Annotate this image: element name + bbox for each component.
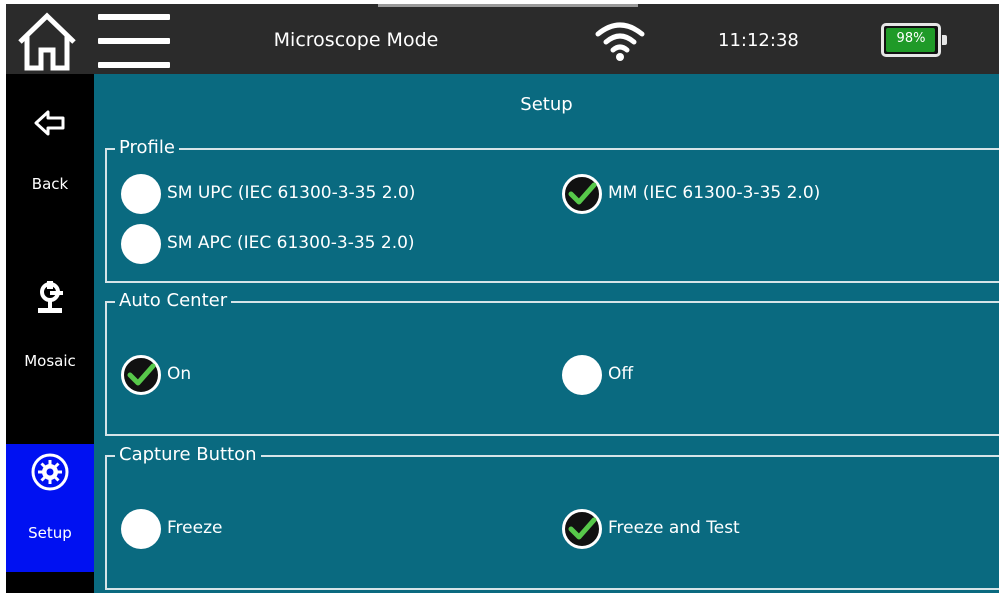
menu-button[interactable] (98, 12, 170, 70)
mode-title: Microscope Mode (273, 29, 439, 51)
radio-button[interactable] (562, 355, 602, 395)
option-label: SM APC (IEC 61300-3-35 2.0) (167, 233, 415, 253)
auto-center-group: Auto Center On Off (105, 290, 999, 436)
radio-button-checked[interactable] (562, 509, 602, 549)
check-icon (127, 363, 156, 386)
device-screen: Microscope Mode 11:12:38 98% Back Mosaic… (6, 4, 999, 593)
status-bar: Microscope Mode 11:12:38 98% (6, 4, 999, 74)
sidebar-item-label: Mosaic (24, 352, 76, 370)
sidebar: Back Mosaic Setup (6, 74, 94, 593)
radio-button[interactable] (121, 509, 161, 549)
radio-button[interactable] (121, 174, 161, 214)
option-label: Off (608, 364, 634, 384)
wifi-icon (594, 20, 646, 62)
capture-button-group: Capture Button Freeze Freeze and Test (105, 444, 999, 590)
back-arrow-icon (34, 110, 65, 136)
group-label: Profile (115, 137, 179, 159)
gear-icon (31, 453, 69, 491)
sidebar-item-label: Setup (28, 524, 72, 542)
radio-button[interactable] (121, 224, 161, 264)
group-label: Capture Button (115, 444, 261, 466)
battery-indicator: 98% (881, 23, 947, 57)
option-label: Freeze and Test (608, 518, 740, 538)
check-icon (568, 517, 597, 540)
sidebar-item-back[interactable]: Back (6, 92, 94, 202)
sidebar-item-label: Back (31, 175, 69, 193)
sidebar-item-setup[interactable]: Setup (6, 444, 94, 572)
sidebar-item-mosaic[interactable]: Mosaic (6, 269, 94, 379)
check-icon (568, 182, 597, 205)
option-label: MM (IEC 61300-3-35 2.0) (608, 183, 821, 203)
option-label: SM UPC (IEC 61300-3-35 2.0) (167, 183, 416, 203)
home-icon (18, 12, 76, 71)
group-label: Auto Center (115, 290, 232, 312)
page-title: Setup (520, 94, 573, 115)
profile-group: Profile SM UPC (IEC 61300-3-35 2.0) SM A… (105, 137, 999, 283)
setup-panel: Setup Profile SM UPC (IEC 61300-3-35 2.0… (94, 74, 999, 593)
battery-tip (942, 35, 947, 45)
clock: 11:12:38 (718, 30, 799, 51)
top-edge-highlight (378, 4, 638, 7)
option-label: Freeze (167, 518, 223, 538)
battery-percent: 98% (896, 31, 926, 46)
radio-button-checked[interactable] (121, 355, 161, 395)
home-button[interactable] (12, 8, 82, 72)
radio-button-checked[interactable] (562, 174, 602, 214)
microscope-icon (38, 281, 63, 313)
option-label: On (167, 364, 192, 384)
